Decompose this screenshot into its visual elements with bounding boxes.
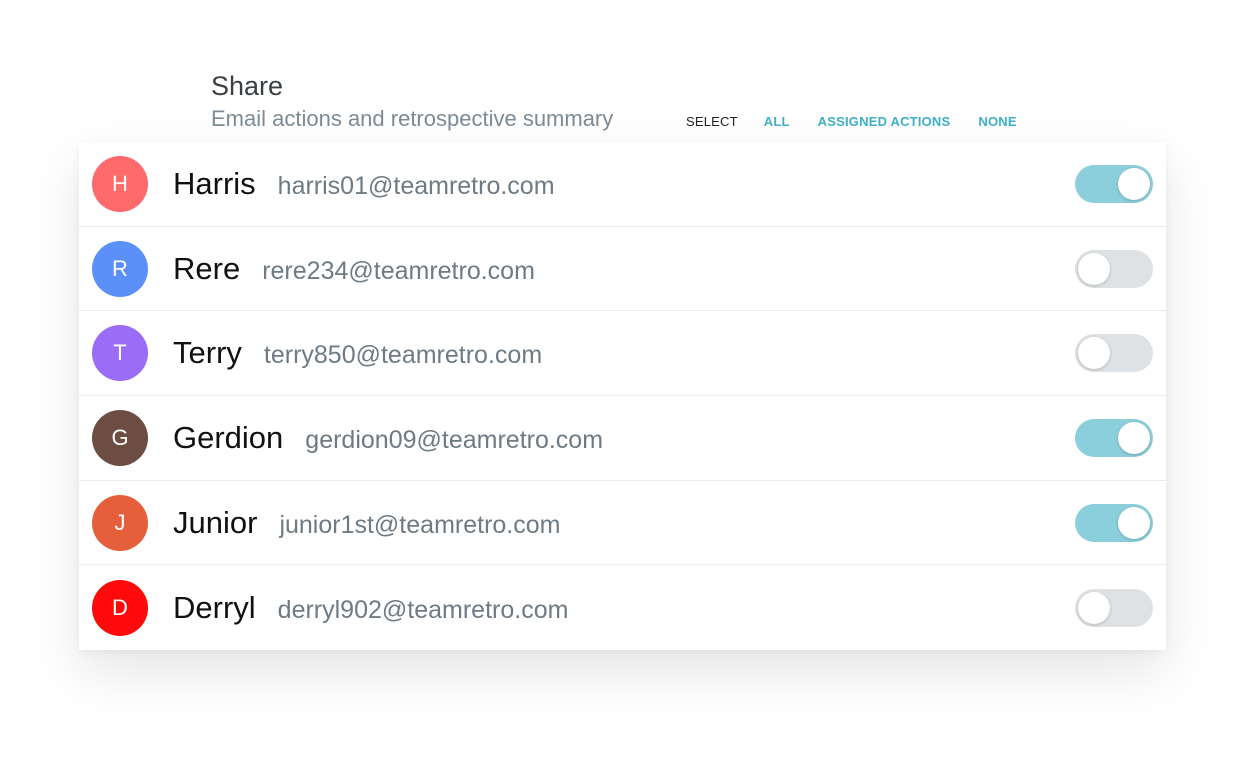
member-email: rere234@teamretro.com bbox=[262, 256, 535, 285]
share-toggle[interactable] bbox=[1075, 249, 1153, 288]
member-name: Rere bbox=[173, 250, 241, 286]
member-row: T Terry terry850@teamretro.com bbox=[79, 311, 1166, 397]
member-row: R Rere rere234@teamretro.com bbox=[79, 227, 1166, 312]
member-name: Terry bbox=[173, 335, 242, 371]
avatar: R bbox=[92, 240, 148, 297]
share-toggle[interactable] bbox=[1075, 164, 1153, 203]
select-assigned-actions-link[interactable]: ASSIGNED ACTIONS bbox=[818, 114, 951, 129]
select-all-link[interactable]: ALL bbox=[764, 114, 790, 129]
member-info: Junior junior1st@teamretro.com bbox=[173, 505, 560, 541]
member-info: Gerdion gerdion09@teamretro.com bbox=[173, 420, 603, 456]
toggle-knob bbox=[1118, 421, 1150, 454]
member-name: Derryl bbox=[173, 589, 256, 625]
share-toggle[interactable] bbox=[1075, 334, 1153, 373]
member-row: J Junior junior1st@teamretro.com bbox=[79, 481, 1166, 566]
member-row: D Derryl derryl902@teamretro.com bbox=[79, 565, 1166, 650]
toggle-knob bbox=[1078, 591, 1110, 624]
toggle-knob bbox=[1118, 506, 1150, 539]
toggle-knob bbox=[1078, 252, 1110, 285]
share-toggle[interactable] bbox=[1075, 503, 1153, 542]
select-group: SELECT ALL ASSIGNED ACTIONS NONE bbox=[686, 114, 1045, 129]
select-none-link[interactable]: NONE bbox=[978, 114, 1016, 129]
select-label: SELECT bbox=[686, 114, 738, 129]
page-title: Share bbox=[211, 71, 284, 101]
share-header: Share Email actions and retrospective su… bbox=[211, 70, 1111, 136]
avatar: H bbox=[92, 155, 148, 212]
member-email: gerdion09@teamretro.com bbox=[305, 425, 604, 454]
avatar: G bbox=[92, 409, 148, 466]
member-email: harris01@teamretro.com bbox=[277, 171, 555, 200]
member-info: Harris harris01@teamretro.com bbox=[173, 166, 555, 202]
page-subtitle: Email actions and retrospective summary bbox=[211, 106, 614, 131]
member-info: Rere rere234@teamretro.com bbox=[173, 251, 535, 287]
member-email: terry850@teamretro.com bbox=[263, 341, 543, 370]
toggle-knob bbox=[1078, 337, 1110, 370]
member-name: Harris bbox=[173, 165, 256, 201]
toggle-knob bbox=[1118, 167, 1150, 200]
member-info: Derryl derryl902@teamretro.com bbox=[173, 590, 568, 626]
member-info: Terry terry850@teamretro.com bbox=[173, 335, 542, 371]
member-row: H Harris harris01@teamretro.com bbox=[79, 142, 1166, 227]
share-toggle[interactable] bbox=[1075, 588, 1153, 627]
subtitle-row: Email actions and retrospective summary … bbox=[211, 104, 1111, 136]
member-row: G Gerdion gerdion09@teamretro.com bbox=[79, 396, 1166, 481]
avatar: J bbox=[92, 494, 148, 551]
share-toggle[interactable] bbox=[1075, 418, 1153, 457]
member-email: derryl902@teamretro.com bbox=[277, 595, 569, 624]
member-email: junior1st@teamretro.com bbox=[279, 510, 561, 539]
avatar: D bbox=[92, 579, 148, 636]
member-name: Junior bbox=[173, 504, 258, 540]
member-name: Gerdion bbox=[173, 419, 284, 455]
avatar: T bbox=[92, 325, 148, 382]
members-list: H Harris harris01@teamretro.com R Rere r… bbox=[79, 142, 1166, 650]
